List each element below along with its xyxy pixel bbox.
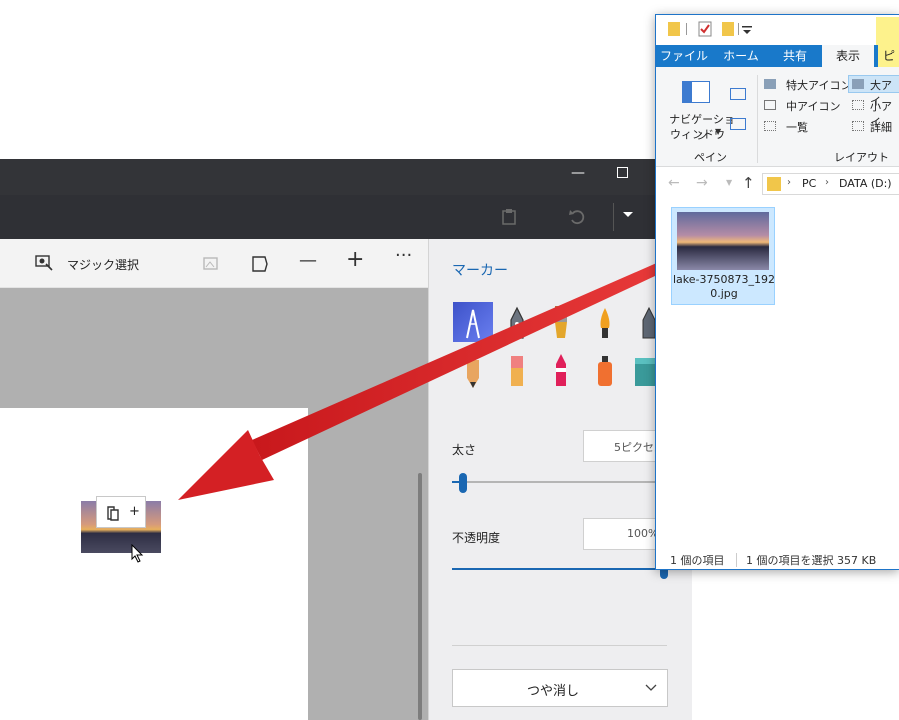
cursor-icon [131, 544, 144, 563]
tab-home[interactable]: ホーム [712, 45, 770, 67]
more-icon[interactable]: ··· [395, 245, 412, 266]
tab-view[interactable]: 表示 [822, 45, 874, 68]
folder-icon [668, 22, 680, 36]
medium-icons-icon [764, 100, 776, 110]
divider [613, 203, 614, 231]
chevron-down-icon[interactable] [622, 211, 634, 219]
marker-icon [466, 309, 480, 339]
thickness-label: 太さ [452, 443, 477, 457]
divider [452, 645, 667, 646]
pencil-icon[interactable] [453, 350, 493, 390]
zoom-in-icon[interactable]: + [346, 247, 364, 272]
address-bar[interactable]: › PC › DATA (D:) [762, 173, 899, 195]
file-explorer-window: ファイル ホーム 共有 表示 ピ ナビゲーション ウィンドウ ▼ ペイン 特大ア… [655, 14, 899, 570]
watercolor-icon[interactable] [585, 302, 625, 342]
divider [686, 23, 687, 35]
layout-details[interactable]: 詳細 [870, 119, 892, 135]
canvas-area[interactable]: + [0, 288, 428, 720]
file-name: lake-3750873_192 [673, 273, 775, 286]
layout-group-label: レイアウト [834, 151, 889, 164]
forward-icon[interactable]: → [696, 175, 708, 191]
layout-medium-icons[interactable]: 中アイコン [786, 98, 840, 114]
copy-plus: + [129, 504, 140, 519]
command-bar [0, 195, 692, 239]
undo-icon[interactable] [568, 207, 586, 225]
paint3d-window: — マジック選択 — + ··· + マーカー 太さ 5ピクセル 不透明度 10… [0, 159, 693, 720]
list-icon [764, 121, 776, 131]
divider [738, 23, 739, 35]
magic-select-label[interactable]: マジック選択 [67, 256, 139, 273]
flag-icon[interactable] [251, 255, 269, 273]
oil-brush-icon[interactable] [541, 302, 581, 342]
paste-icon[interactable] [500, 207, 518, 225]
properties-icon[interactable] [698, 21, 712, 37]
breadcrumb-drive[interactable]: DATA (D:) [839, 177, 892, 190]
quick-access-toolbar [656, 15, 899, 45]
layout-xl-icons[interactable]: 特大アイコン [786, 77, 851, 93]
status-count: 1 個の項目 [670, 554, 725, 567]
details-icon [852, 121, 864, 131]
drag-copy-badge: + [96, 496, 146, 528]
chevron-right-icon: › [787, 177, 791, 188]
copy-icon [107, 506, 119, 521]
chevron-down-icon: ▼ [715, 127, 722, 136]
divider [736, 553, 737, 567]
tab-file[interactable]: ファイル [656, 45, 712, 67]
calligraphy-pen-icon[interactable] [497, 302, 537, 342]
minimize-icon[interactable]: — [571, 165, 585, 181]
title-bar: — [0, 159, 692, 195]
finish-dropdown-value: つや消し [527, 684, 580, 699]
large-icons-icon [852, 79, 864, 89]
chevron-right-icon: › [825, 177, 829, 188]
title-highlight [876, 17, 899, 45]
status-selected: 1 個の項目を選択 357 KB [746, 554, 877, 567]
layout-list[interactable]: 一覧 [786, 119, 808, 135]
chevron-down-icon[interactable]: ▼ [726, 178, 732, 187]
crayon-icon[interactable] [541, 350, 581, 390]
file-item-selected[interactable]: lake-3750873_192 0.jpg [671, 207, 775, 305]
spray-can-icon[interactable] [585, 350, 625, 390]
vertical-scrollbar[interactable] [418, 473, 422, 720]
divider [757, 75, 758, 163]
new-folder-icon[interactable] [722, 22, 734, 36]
magic-select-icon[interactable] [35, 254, 53, 272]
ribbon: ナビゲーション ウィンドウ ▼ ペイン 特大アイコン 大アイ 中アイコン 小アイ… [656, 67, 899, 167]
image-thumbnail [677, 212, 769, 270]
breadcrumb-pc[interactable]: PC [802, 177, 816, 190]
canvas[interactable] [0, 408, 308, 720]
maximize-icon[interactable] [617, 167, 628, 178]
navigation-pane-icon[interactable] [682, 81, 710, 103]
small-icons-icon [852, 100, 864, 110]
file-name-2: 0.jpg [710, 287, 738, 300]
finish-dropdown[interactable]: つや消し [452, 669, 668, 707]
zoom-out-icon[interactable]: — [299, 250, 317, 271]
folder-icon [767, 177, 781, 191]
ribbon-tabs: ファイル ホーム 共有 表示 ピ [656, 45, 899, 68]
back-icon[interactable]: ← [668, 175, 680, 191]
eraser-icon[interactable] [497, 350, 537, 390]
pane-group-label: ペイン [694, 151, 727, 164]
opacity-label: 不透明度 [452, 531, 501, 545]
chevron-down-icon [645, 684, 657, 691]
xl-icons-icon [764, 79, 776, 89]
panel-title: マーカー [452, 263, 508, 279]
preview-pane-icon[interactable] [730, 88, 746, 100]
crop-icon[interactable] [202, 255, 220, 273]
brush-marker[interactable] [453, 302, 493, 342]
customize-qat-icon[interactable] [742, 25, 752, 35]
status-bar: 1 個の項目 1 個の項目を選択 357 KB [656, 549, 899, 571]
details-pane-icon[interactable] [730, 118, 746, 130]
marker-panel: マーカー 太さ 5ピクセル 不透明度 100% [428, 239, 693, 720]
tab-share[interactable]: 共有 [770, 45, 820, 67]
address-bar-row: ← → ▼ ↑ › PC › DATA (D:) [656, 170, 899, 198]
thickness-slider-thumb[interactable] [459, 473, 467, 493]
tab-picture-tools[interactable]: ピ [878, 45, 899, 68]
up-icon[interactable]: ↑ [742, 174, 755, 192]
